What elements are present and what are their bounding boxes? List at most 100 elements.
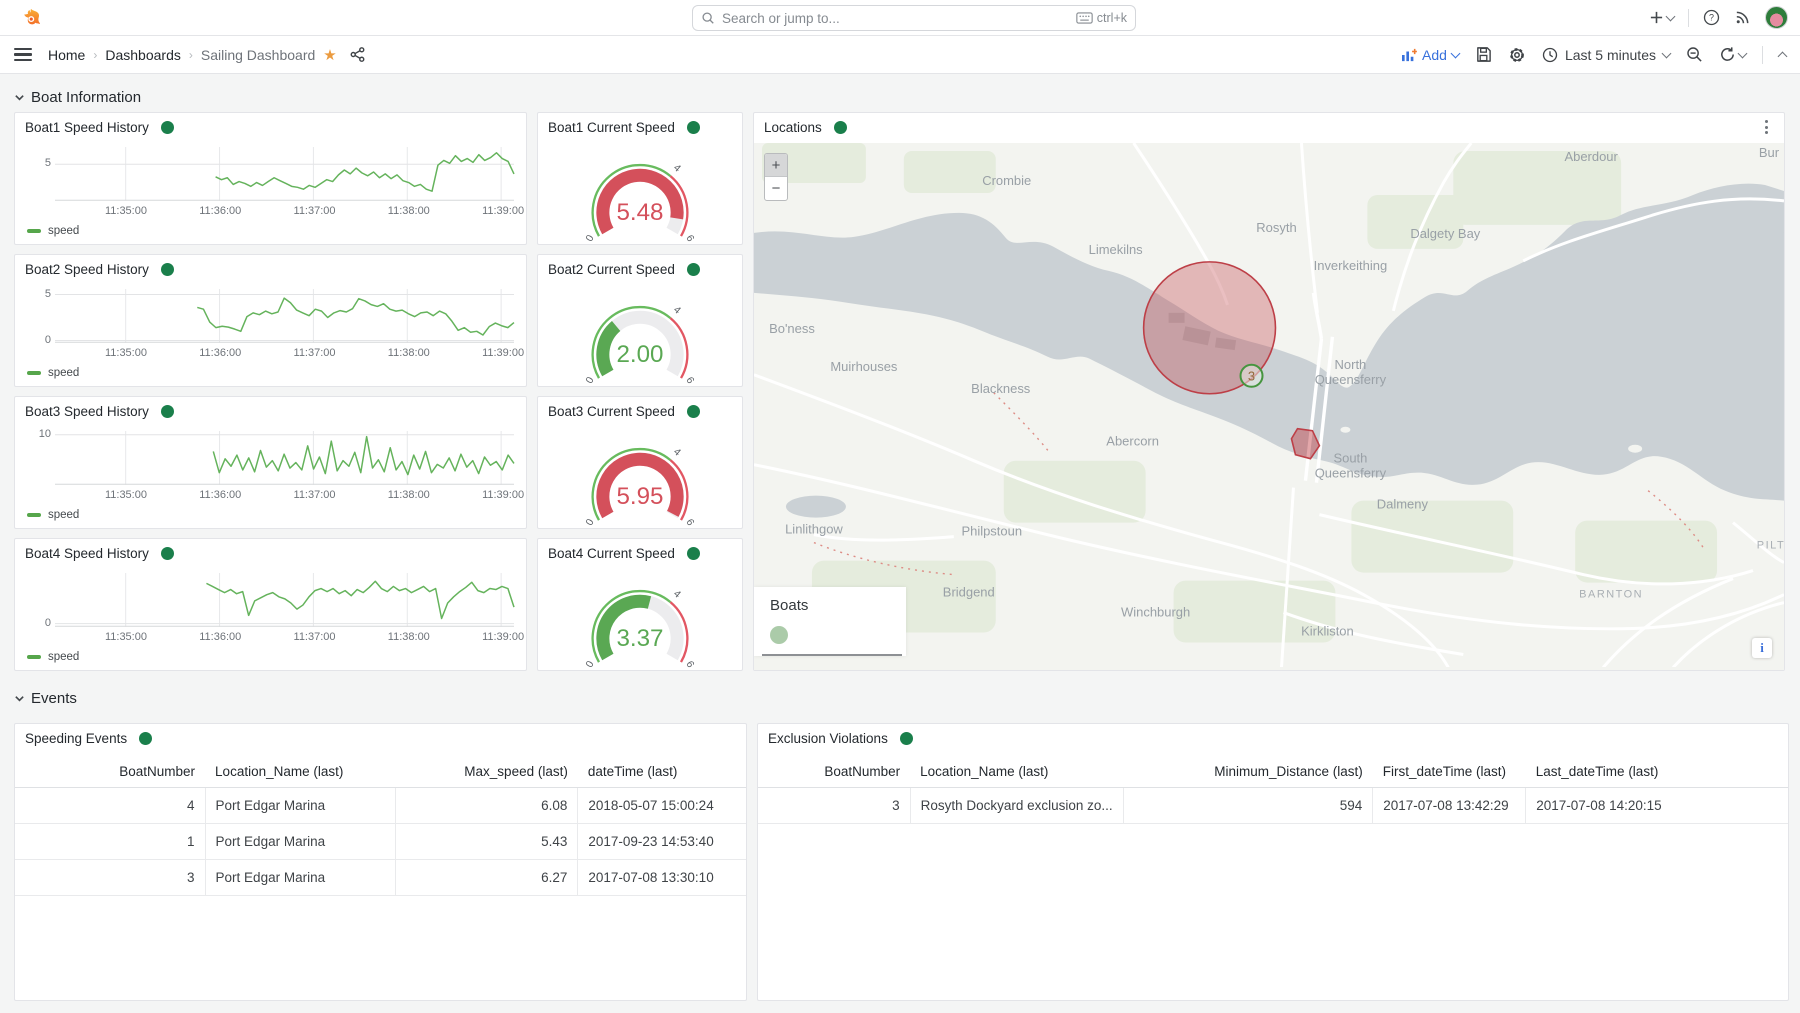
- data-table: BoatNumberLocation_Name (last)Minimum_Di…: [758, 756, 1788, 824]
- panel-title[interactable]: Boat2 Current Speed: [548, 262, 675, 277]
- map-legend-title: Boats: [770, 597, 906, 614]
- share-icon[interactable]: [349, 46, 366, 63]
- map-legend: Boats: [754, 587, 906, 656]
- save-icon[interactable]: [1475, 46, 1492, 63]
- panel-health-dot: [161, 263, 174, 276]
- chevron-down-icon: [1738, 48, 1748, 58]
- gauge-tick-label: 6: [683, 517, 696, 528]
- column-header[interactable]: dateTime (last): [578, 756, 746, 788]
- timeseries-plot[interactable]: 511:35:0011:36:0011:37:0011:38:0011:39:0…: [55, 147, 514, 201]
- legend-item-speed[interactable]: speed: [27, 651, 79, 663]
- timeseries-plot[interactable]: 5011:35:0011:36:0011:37:0011:38:0011:39:…: [55, 289, 514, 343]
- collapse-toolbar-chevron[interactable]: [1778, 52, 1788, 62]
- gauge-tick-label: 0: [584, 233, 597, 244]
- panel-boat3-speed-history: Boat3 Speed History 1011:35:0011:36:0011:…: [14, 396, 527, 529]
- x-axis-tick: 11:36:00: [188, 205, 252, 217]
- table-cell: 594: [1123, 788, 1373, 824]
- grafana-logo[interactable]: [20, 7, 42, 29]
- clock-icon: [1542, 47, 1558, 63]
- data-table: BoatNumberLocation_Name (last)Max_speed …: [15, 756, 746, 896]
- geomap[interactable]: 3 CrombieLimekilnsRosythInverkeithingDal…: [754, 143, 1784, 670]
- map-scale-bar: [762, 654, 902, 656]
- table-cell: 2018-05-07 15:00:24: [578, 788, 746, 824]
- refresh-icon: [1719, 46, 1736, 63]
- column-header[interactable]: Location_Name (last): [910, 756, 1123, 788]
- panel-title[interactable]: Speeding Events: [25, 731, 127, 746]
- column-header[interactable]: Minimum_Distance (last): [1123, 756, 1373, 788]
- boat-cluster-count: 3: [1248, 368, 1255, 383]
- settings-gear-icon[interactable]: [1508, 46, 1526, 64]
- panel-title[interactable]: Boat2 Speed History: [25, 262, 149, 277]
- zoom-out-icon[interactable]: [1686, 46, 1703, 63]
- map-place-label: Dalmeny: [1377, 497, 1429, 512]
- column-header[interactable]: BoatNumber: [15, 756, 205, 788]
- x-axis-tick: 11:39:00: [471, 489, 527, 501]
- breadcrumb: Home › Dashboards › Sailing Dashboard: [48, 47, 315, 63]
- map-zoom-out-button[interactable]: −: [765, 177, 787, 200]
- panel-title[interactable]: Boat4 Current Speed: [548, 546, 675, 561]
- breadcrumb-home[interactable]: Home: [48, 47, 85, 63]
- table-cell: 6.08: [395, 788, 578, 824]
- legend-item-speed[interactable]: speed: [27, 367, 79, 379]
- keyboard-icon: [1076, 12, 1093, 24]
- table-cell: 2017-07-08 14:20:15: [1526, 788, 1788, 824]
- breadcrumb-separator: ›: [189, 48, 193, 62]
- search-input[interactable]: Search or jump to... ctrl+k: [692, 5, 1136, 31]
- user-avatar[interactable]: [1765, 6, 1788, 29]
- table-cell: 2017-09-23 14:53:40: [578, 824, 746, 860]
- legend-item-speed[interactable]: speed: [27, 509, 79, 521]
- panel-menu-icon[interactable]: [1759, 117, 1774, 137]
- panel-title[interactable]: Locations: [764, 120, 822, 135]
- map-place-label: Muirhouses: [830, 359, 898, 374]
- time-range-picker[interactable]: Last 5 minutes: [1542, 47, 1670, 63]
- panel-title[interactable]: Boat3 Current Speed: [548, 404, 675, 419]
- column-header[interactable]: BoatNumber: [758, 756, 910, 788]
- new-button[interactable]: [1649, 10, 1674, 25]
- map-place-label: Inverkeithing: [1314, 258, 1388, 273]
- panel-health-dot: [900, 732, 913, 745]
- column-header[interactable]: Last_dateTime (last): [1526, 756, 1788, 788]
- news-button[interactable]: [1734, 9, 1751, 26]
- speed-history-column: Boat1 Speed History 511:35:0011:36:0011:3…: [14, 112, 527, 671]
- column-header[interactable]: Location_Name (last): [205, 756, 395, 788]
- panel-title[interactable]: Boat1 Speed History: [25, 120, 149, 135]
- panel-title[interactable]: Boat1 Current Speed: [548, 120, 675, 135]
- section-boat-information[interactable]: Boat Information: [14, 82, 1786, 112]
- x-axis-tick: 11:38:00: [377, 489, 441, 501]
- boats-layer-swatch: [770, 626, 788, 644]
- panel-title[interactable]: Boat4 Speed History: [25, 546, 149, 561]
- panel-exclusion-violations: Exclusion Violations BoatNumberLocation_N…: [757, 723, 1789, 1001]
- map-place-label: Bridgend: [943, 585, 995, 600]
- panel-health-dot: [687, 405, 700, 418]
- gauge-tick-label: 4: [671, 446, 683, 458]
- gauge: 0465.48: [538, 141, 742, 242]
- gauge: 0463.37: [538, 567, 742, 668]
- map-place-label: PILT: [1757, 540, 1784, 552]
- column-header[interactable]: First_dateTime (last): [1373, 756, 1526, 788]
- chevron-down-icon: [1666, 11, 1676, 21]
- x-axis-tick: 11:37:00: [283, 205, 347, 217]
- timeseries-plot[interactable]: 1011:35:0011:36:0011:37:0011:38:0011:39:…: [55, 431, 514, 485]
- panel-health-dot: [161, 121, 174, 134]
- panel-title[interactable]: Exclusion Violations: [768, 731, 888, 746]
- events-tables-row: Speeding EventsBoatNumberLocation_Name (…: [14, 723, 1785, 1001]
- keyboard-shortcut-hint: ctrl+k: [1076, 11, 1127, 25]
- breadcrumb-dashboards[interactable]: Dashboards: [105, 47, 181, 63]
- section-events[interactable]: Events: [14, 683, 1786, 713]
- map-place-label: Bur: [1759, 145, 1780, 160]
- panel-title[interactable]: Boat3 Speed History: [25, 404, 149, 419]
- add-panel-button[interactable]: Add: [1401, 47, 1459, 63]
- legend-item-speed[interactable]: speed: [27, 225, 79, 237]
- refresh-button[interactable]: [1719, 46, 1746, 63]
- map-place-label: Blackness: [971, 381, 1031, 396]
- gauge: 0462.00: [538, 283, 742, 384]
- help-button[interactable]: ?: [1703, 9, 1720, 26]
- favorite-star-icon[interactable]: ★: [323, 46, 336, 64]
- map-zoom-in-button[interactable]: +: [765, 154, 787, 177]
- timeseries-plot[interactable]: 011:35:0011:36:0011:37:0011:38:0011:39:0…: [55, 573, 514, 627]
- svg-text:?: ?: [1709, 13, 1714, 23]
- menu-toggle-button[interactable]: [14, 48, 32, 62]
- column-header[interactable]: Max_speed (last): [395, 756, 578, 788]
- series-color-swatch: [27, 513, 41, 517]
- map-attribution-button[interactable]: i: [1752, 638, 1772, 658]
